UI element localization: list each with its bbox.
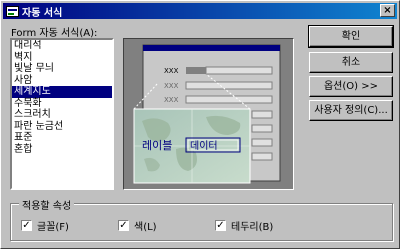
format-listbox[interactable]: 대리석 벽지 빛날 무늬 사암 세계지도 수묵화 스크러치 파란 눈금선 표준 …: [10, 38, 114, 190]
list-item[interactable]: 벽지: [12, 52, 112, 64]
color-label: 색(L): [134, 222, 157, 233]
list-item[interactable]: 수묵화: [12, 98, 112, 110]
cancel-button[interactable]: 취소: [309, 52, 393, 73]
row-label: XXX: [164, 67, 179, 75]
customize-button[interactable]: 사용자 정의(C)...: [309, 100, 393, 121]
close-button[interactable]: ×: [380, 4, 395, 17]
list-item-selected[interactable]: 세계지도: [12, 86, 112, 98]
list-item[interactable]: 혼합: [12, 144, 112, 156]
preview-label: 레이블: [142, 139, 172, 152]
world-map-magnifier: 레이블 데이터: [133, 108, 251, 184]
list-item[interactable]: 표준: [12, 132, 112, 144]
list-item[interactable]: 대리석: [12, 40, 112, 52]
check-icon[interactable]: ✓: [118, 220, 129, 231]
list-item[interactable]: 스크러치: [12, 109, 112, 121]
border-label: 테두리(B): [231, 222, 274, 233]
font-label: 글꼴(F): [37, 222, 69, 233]
window-title: 자동 서식: [22, 7, 63, 19]
list-item[interactable]: 파란 눈금선: [12, 121, 112, 133]
list-item[interactable]: 사암: [12, 75, 112, 87]
row-label: XXX: [164, 82, 179, 90]
check-icon[interactable]: ✓: [21, 220, 32, 231]
border-checkbox[interactable]: ✓ 테두리(B): [215, 218, 273, 233]
format-preview: XXX XXX XXX 레이블 데이터: [123, 38, 294, 190]
row-label: XXX: [164, 96, 179, 104]
list-label: Form 자동 서식(A):: [11, 28, 98, 39]
check-icon[interactable]: ✓: [215, 220, 226, 231]
ok-button[interactable]: 확인: [308, 25, 394, 48]
attributes-title: 적용할 속성: [19, 197, 75, 212]
form-icon: [6, 5, 19, 17]
preview-canvas: XXX XXX XXX 레이블 데이터: [133, 44, 281, 184]
attributes-group: 적용할 속성 ✓ 글꼴(F) ✓ 색(L) ✓ 테두리(B): [10, 197, 393, 241]
title-bar[interactable]: 자동 서식 ×: [3, 3, 397, 19]
preview-data: 데이터: [190, 140, 218, 152]
options-button[interactable]: 옵션(O) >>: [309, 76, 393, 97]
list-item[interactable]: 빛날 무늬: [12, 63, 112, 75]
color-checkbox[interactable]: ✓ 색(L): [118, 218, 157, 233]
font-checkbox[interactable]: ✓ 글꼴(F): [21, 218, 69, 233]
